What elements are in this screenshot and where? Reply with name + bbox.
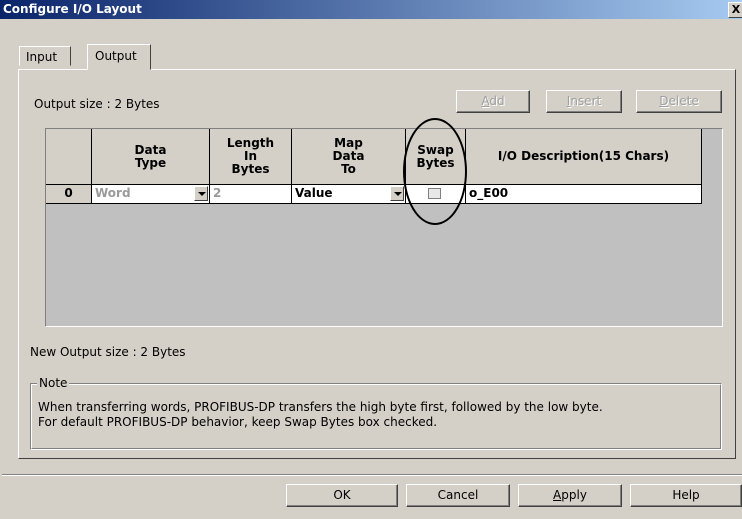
ok-button[interactable]: OK xyxy=(286,484,398,507)
chevron-down-icon[interactable] xyxy=(194,186,208,201)
footer-separator xyxy=(2,474,742,476)
title-bar: Configure I/O Layout X xyxy=(0,0,742,19)
io-description-field[interactable]: o_E00 xyxy=(466,185,702,204)
io-layout-grid: Data Type Length In Bytes Map Data To Sw… xyxy=(45,128,723,327)
length-field: 2 xyxy=(210,185,292,204)
note-line-2: For default PROFIBUS-DP behavior, keep S… xyxy=(38,415,438,429)
delete-button[interactable]: Delete xyxy=(636,90,722,113)
swap-bytes-checkbox[interactable] xyxy=(428,188,441,199)
close-button[interactable]: X xyxy=(728,2,742,18)
window-title: Configure I/O Layout xyxy=(3,2,142,16)
col-header-io-description: I/O Description(15 Chars) xyxy=(466,129,702,185)
close-icon: X xyxy=(731,3,741,16)
map-data-select[interactable]: Value xyxy=(292,185,406,204)
note-legend: Note xyxy=(37,376,70,390)
help-button[interactable]: Help xyxy=(630,484,742,507)
data-type-select[interactable]: Word xyxy=(92,185,210,204)
col-header-length: Length In Bytes xyxy=(210,129,292,185)
new-output-size-label: New Output size : 2 Bytes xyxy=(30,345,186,359)
col-header-swap-bytes: Swap Bytes xyxy=(406,129,466,185)
tab-input-label: Input xyxy=(26,50,58,64)
row-index: 0 xyxy=(46,185,92,204)
tab-output-label: Output xyxy=(95,49,137,63)
swap-bytes-cell xyxy=(406,185,466,204)
tab-output[interactable]: Output xyxy=(87,44,151,70)
data-type-value: Word xyxy=(95,186,131,200)
insert-button[interactable]: Insert xyxy=(546,90,622,113)
apply-button[interactable]: Apply xyxy=(518,484,622,507)
col-header-data-type: Data Type xyxy=(92,129,210,185)
map-data-value: Value xyxy=(295,186,333,200)
output-size-label: Output size : 2 Bytes xyxy=(34,97,160,111)
tab-input[interactable]: Input xyxy=(19,46,71,66)
cancel-button[interactable]: Cancel xyxy=(406,484,510,507)
note-group: Note When transferring words, PROFIBUS-D… xyxy=(30,376,722,450)
row-header-corner xyxy=(46,129,92,185)
chevron-down-icon[interactable] xyxy=(390,186,404,201)
add-button[interactable]: Add xyxy=(456,90,530,113)
note-line-1: When transferring words, PROFIBUS-DP tra… xyxy=(38,400,603,414)
col-header-map-data: Map Data To xyxy=(292,129,406,185)
